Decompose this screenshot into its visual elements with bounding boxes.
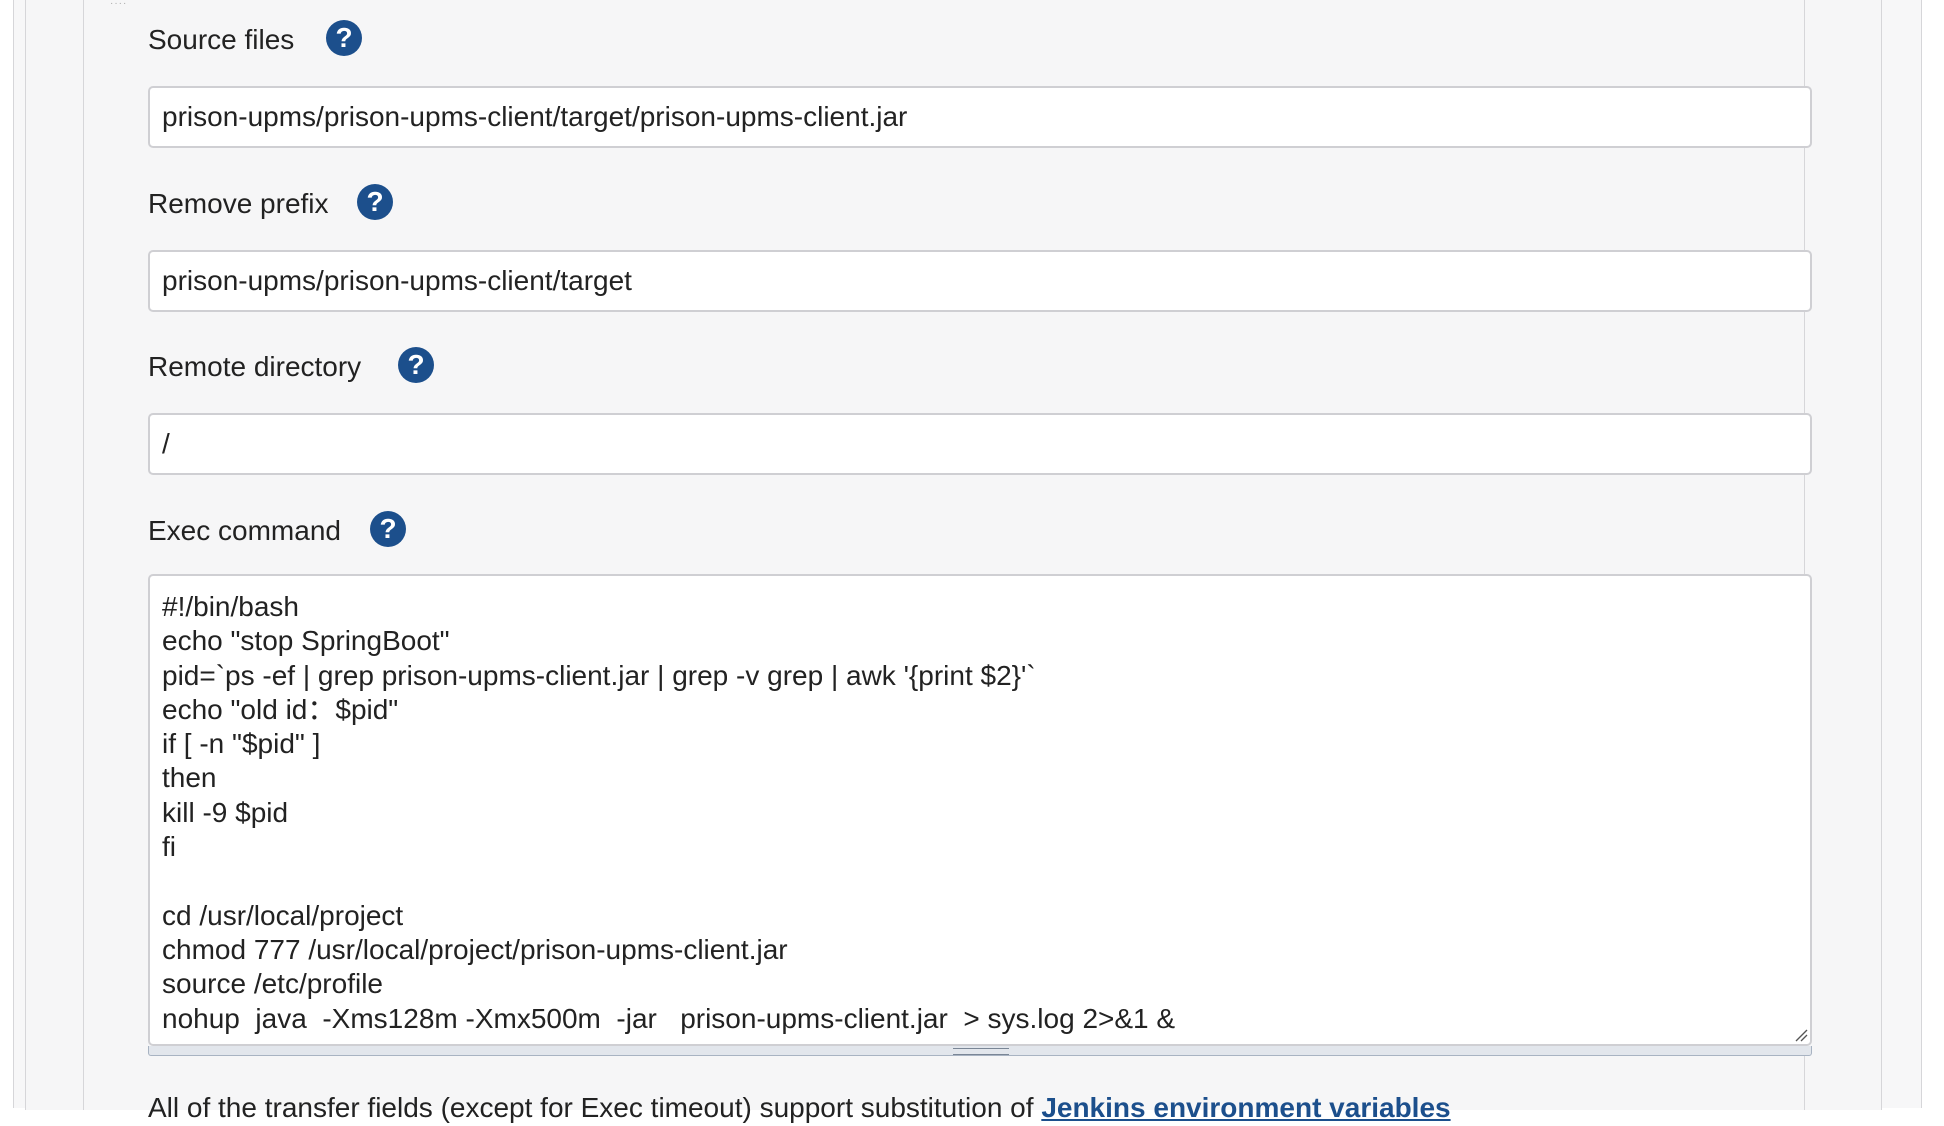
substitution-note-text: All of the transfer fields (except for E…: [148, 1092, 1042, 1123]
resize-grip-icon[interactable]: [1794, 1028, 1808, 1042]
exec-command-textarea[interactable]: #!/bin/bash echo "stop SpringBoot" pid=`…: [148, 574, 1812, 1046]
drag-handle-icon[interactable]: ····: [110, 0, 134, 9]
remove-prefix-input[interactable]: [148, 250, 1812, 312]
textarea-resize-bar[interactable]: [148, 1046, 1812, 1056]
source-files-label: Source files: [148, 24, 295, 55]
source-files-help-icon[interactable]: ?: [326, 20, 362, 56]
remote-directory-input[interactable]: [148, 413, 1812, 475]
remote-directory-help-icon[interactable]: ?: [398, 347, 434, 383]
jenkins-env-vars-link[interactable]: Jenkins environment variables: [1041, 1092, 1450, 1123]
exec-command-wrapper: #!/bin/bash echo "stop SpringBoot" pid=`…: [148, 574, 1812, 1046]
resize-bar-grip-icon[interactable]: [953, 1048, 1009, 1055]
remove-prefix-label: Remove prefix: [148, 188, 329, 219]
exec-command-label: Exec command: [148, 515, 341, 546]
remote-directory-label: Remote directory: [148, 351, 362, 382]
exec-command-help-icon[interactable]: ?: [370, 511, 406, 547]
source-files-input[interactable]: [148, 86, 1812, 148]
substitution-note: All of the transfer fields (except for E…: [148, 1090, 1451, 1126]
remove-prefix-help-icon[interactable]: ?: [357, 184, 393, 220]
